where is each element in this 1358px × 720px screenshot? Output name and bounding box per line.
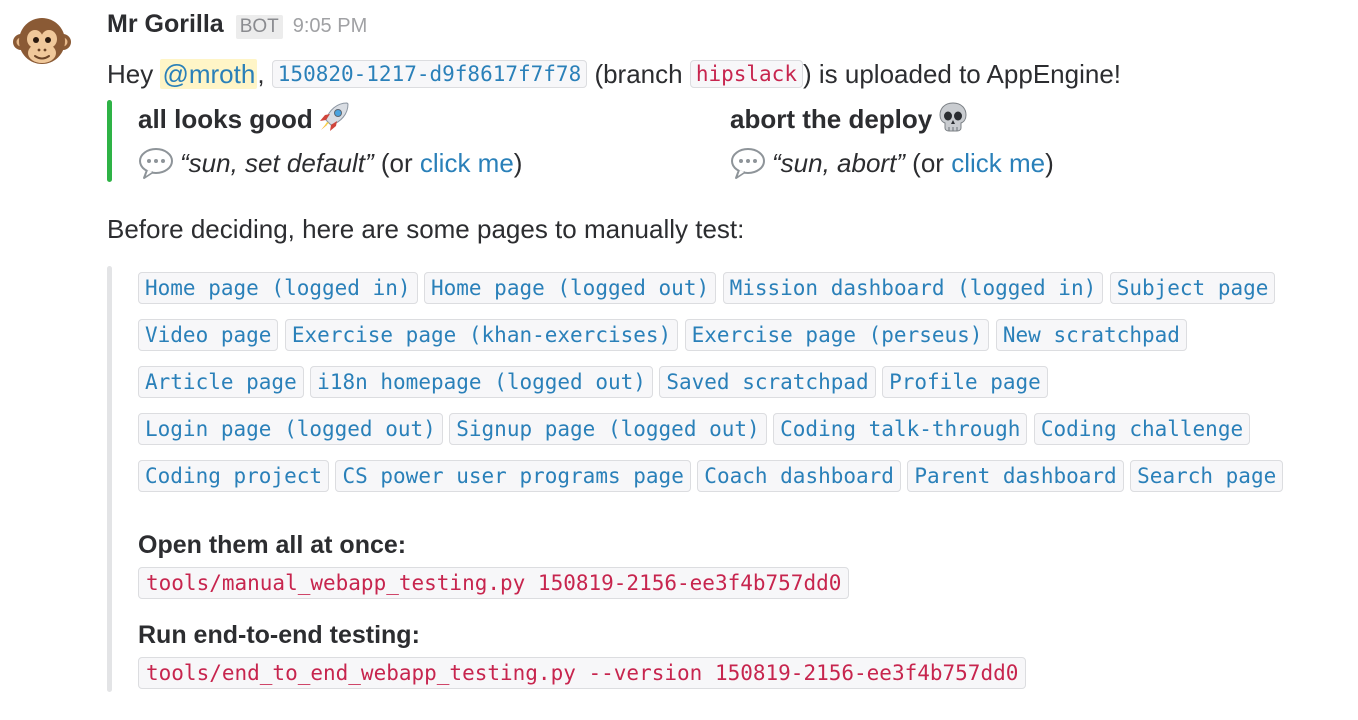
choice-title-good-text: all looks good: [138, 104, 313, 134]
choice-abort: abort the deploy “sun, abort” (or click …: [730, 100, 1054, 190]
command-quote-abort: “sun, abort”: [772, 148, 905, 178]
page-link[interactable]: New scratchpad: [995, 319, 1187, 351]
page-link[interactable]: Exercise page (perseus): [684, 319, 990, 351]
close-paren-abort: ): [1045, 148, 1054, 178]
choice-sub-good: “sun, set default” (or click me): [138, 144, 522, 190]
testing-attachment: Home page (logged in) Home page (logged …: [107, 266, 1347, 702]
page-link[interactable]: Parent dashboard: [907, 460, 1124, 492]
or-text-good: (or: [373, 148, 420, 178]
page-link[interactable]: Coding challenge: [1033, 413, 1251, 445]
page-link[interactable]: Saved scratchpad: [659, 366, 876, 398]
page-link[interactable]: Coach dashboard: [697, 460, 901, 492]
author-name[interactable]: Mr Gorilla: [107, 10, 224, 39]
page-link[interactable]: Exercise page (khan-exercises): [284, 319, 679, 351]
skull-icon: [936, 100, 970, 144]
page-link[interactable]: CS power user programs page: [335, 460, 691, 492]
page-link[interactable]: Mission dashboard (logged in): [722, 272, 1104, 304]
click-me-link-good[interactable]: click me: [420, 148, 514, 178]
page-link[interactable]: Home page (logged out): [423, 272, 717, 304]
monkey-face-icon: [13, 18, 71, 64]
page-link[interactable]: i18n homepage (logged out): [310, 366, 653, 398]
version-code: 150820-1217-d9f8617f7f78: [271, 60, 588, 88]
testing-intro: Before deciding, here are some pages to …: [107, 214, 745, 244]
page-link[interactable]: Search page: [1130, 460, 1284, 492]
uploaded-text: ) is uploaded to AppEngine!: [802, 59, 1122, 89]
message: Mr Gorilla BOT 9:05 PM Hey @mroth, 15082…: [107, 10, 1347, 692]
comma-text: ,: [257, 59, 272, 89]
open-all-command[interactable]: tools/manual_webapp_testing.py 150819-21…: [138, 567, 850, 599]
speech-balloon-icon: [730, 146, 766, 190]
e2e-title: Run end-to-end testing:: [138, 621, 420, 649]
page-link[interactable]: Profile page: [882, 366, 1048, 398]
page-link[interactable]: Article page: [138, 366, 304, 398]
command-quote-good: “sun, set default”: [180, 148, 374, 178]
e2e-command[interactable]: tools/end_to_end_webapp_testing.py --ver…: [138, 657, 1027, 689]
greeting-text: Hey: [107, 59, 161, 89]
attachment-color-bar: [107, 266, 112, 692]
branch-code: hipslack: [689, 60, 803, 88]
choice-title-abort-text: abort the deploy: [730, 104, 933, 134]
click-me-link-abort[interactable]: click me: [951, 148, 1045, 178]
page-links: Home page (logged in) Home page (logged …: [138, 266, 1318, 501]
choice-looks-good: all looks good “sun, set default” (or cl…: [138, 100, 522, 190]
page-link[interactable]: Coding talk-through: [773, 413, 1028, 445]
page-link[interactable]: Home page (logged in): [138, 272, 418, 304]
rocket-icon: [317, 100, 351, 144]
speech-balloon-icon: [138, 146, 174, 190]
timestamp[interactable]: 9:05 PM: [293, 15, 367, 38]
bot-badge: BOT: [235, 15, 283, 39]
user-mention[interactable]: @mroth: [160, 59, 258, 89]
avatar[interactable]: [12, 12, 72, 72]
page-link[interactable]: Coding project: [138, 460, 330, 492]
choice-title-good: all looks good: [138, 100, 522, 144]
deploy-choices-attachment: all looks good “sun, set default” (or cl…: [107, 100, 1347, 182]
choice-sub-abort: “sun, abort” (or click me): [730, 144, 1054, 190]
attachment-color-bar: [107, 100, 112, 182]
open-all-title: Open them all at once:: [138, 531, 407, 559]
close-paren-good: ): [513, 148, 523, 178]
or-text-abort: (or: [904, 148, 952, 178]
page-link[interactable]: Video page: [138, 319, 279, 351]
message-header: Mr Gorilla BOT 9:05 PM: [107, 10, 1347, 46]
page-link[interactable]: Subject page: [1109, 272, 1276, 304]
message-text: Hey @mroth, 150820-1217-d9f8617f7f78 (br…: [107, 55, 1347, 93]
choice-title-abort: abort the deploy: [730, 100, 1054, 144]
branch-prefix-text: (branch: [587, 59, 690, 89]
page-link[interactable]: Login page (logged out): [138, 413, 443, 445]
page-link[interactable]: Signup page (logged out): [449, 413, 767, 445]
